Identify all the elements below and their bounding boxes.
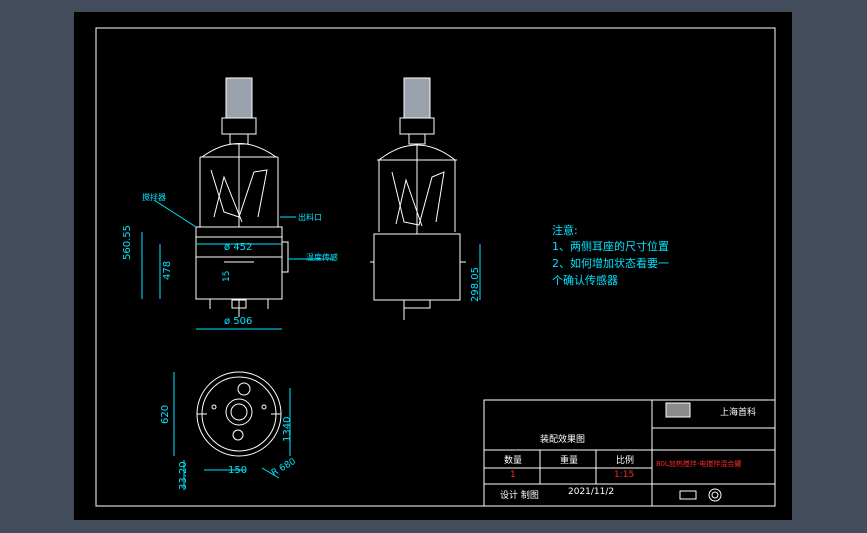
callout-right-lower: 温度传感	[306, 253, 338, 262]
drawing-name: 装配效果图	[540, 435, 586, 445]
callout-right-upper: 出料口	[298, 213, 322, 222]
drawing-sheet: ø 452 ø 506 560.55 478 15 298.05 620 134…	[74, 12, 792, 520]
inner-diameter-dim: ø 452	[224, 242, 253, 253]
outer-diameter-dim: ø 506	[224, 316, 253, 327]
plan-height-dim: 620	[160, 404, 171, 424]
small-height-dim: 15	[222, 270, 232, 282]
side-view	[370, 77, 466, 320]
body-height-dim: 478	[162, 260, 173, 280]
notes-title: 注意:	[552, 224, 578, 237]
col-qty: 数量	[504, 456, 523, 466]
notes-line-2: 2、如何增加状态看要一	[552, 257, 669, 270]
footer-label: 设计 制图	[500, 491, 539, 501]
inner-frame	[95, 27, 776, 507]
front-view	[195, 77, 289, 317]
overall-height-dim: 560.55	[122, 225, 133, 260]
qty-value: 1	[510, 470, 516, 480]
scale-value: 1:15	[614, 470, 635, 480]
notes-line-1: 1、两侧耳座的尺寸位置	[552, 240, 669, 253]
product-name: 80L加热搅拌-电搅拌混合罐	[656, 460, 742, 468]
technical-drawing	[95, 27, 776, 507]
plan-width-dim: 150	[228, 465, 248, 476]
dimension-lines	[141, 199, 481, 490]
date: 2021/11/2	[568, 487, 615, 497]
callout-left-upper: 搅拌器	[142, 193, 166, 202]
side-height-dim: 298.05	[470, 267, 481, 302]
plan-side-dim: 1340	[282, 416, 293, 442]
company-name: 上海首科	[720, 408, 757, 418]
col-weight: 重量	[560, 456, 579, 466]
notes-line-3: 个确认传感器	[552, 274, 618, 287]
plan-view	[196, 371, 282, 457]
plan-bottom-dim: 33.20	[178, 461, 189, 490]
col-scale: 比例	[616, 456, 635, 466]
